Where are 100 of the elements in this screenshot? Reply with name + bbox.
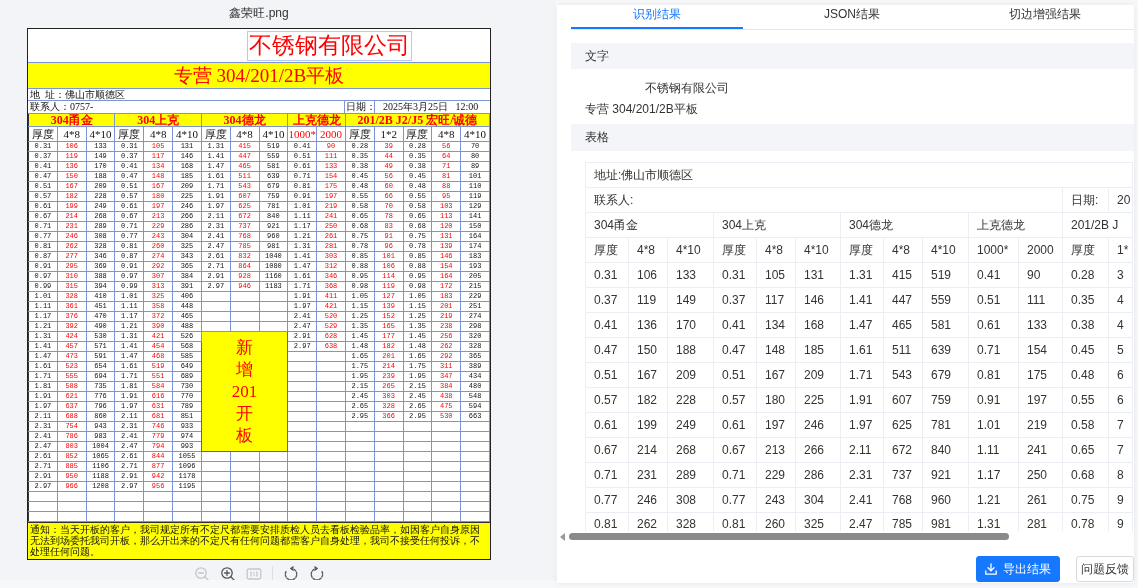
table-cell: 759	[922, 387, 969, 413]
table-cell: 266	[795, 437, 841, 463]
table-cell: 0.68	[1062, 462, 1109, 488]
table-cell: 0.47	[585, 337, 629, 363]
table-cell: 131	[795, 262, 841, 288]
table-cell: 209	[667, 362, 714, 388]
tab[interactable]: 识别结果	[571, 5, 743, 29]
table-cell: 地址:佛山市顺德区	[585, 162, 1133, 188]
table-cell: 0.48	[1062, 362, 1109, 388]
table-cell: 246	[628, 487, 668, 513]
action-button[interactable]: 问题反馈	[1076, 556, 1134, 582]
table-cell: 0.61	[968, 312, 1019, 338]
column-header: 4*8	[230, 126, 259, 142]
table-cell: 199	[628, 412, 668, 438]
tab[interactable]: 切边增强结果	[961, 5, 1128, 29]
group-header: 304德龙	[201, 113, 288, 127]
column-header: 厚度	[840, 237, 884, 263]
scroll-left-icon[interactable]	[560, 532, 565, 541]
table-cell: 0.57	[585, 387, 629, 413]
table-cell: 0.55	[1062, 387, 1109, 413]
table-cell: 133	[1018, 312, 1063, 338]
table-cell: 6	[1108, 362, 1133, 388]
table-cell: 679	[922, 362, 969, 388]
table-cell: 148	[756, 337, 796, 363]
table-cell: 0.47	[713, 337, 757, 363]
table-cell: 960	[922, 487, 969, 513]
table-cell: 167	[756, 362, 796, 388]
section-header: 文字	[571, 43, 1134, 69]
table-cell: 5	[1108, 337, 1133, 363]
table-cell: 180	[756, 387, 796, 413]
table-cell: 289	[667, 462, 714, 488]
table-cell: 213	[756, 437, 796, 463]
table-cell: 447	[883, 287, 923, 313]
notice-banner: 通知：当天开板的客户，我司规定所有不定尺都需要安排质检人员去看板检验品率，如因客户自身原因无法到场委托我司开板，那么开出来的不定尺有任何问题都需客户自身处理，我司不接受任何投诉，不处理任何问题。	[28, 522, 490, 559]
column-header: 厚度	[713, 237, 757, 263]
table-cell: 1.91	[840, 387, 884, 413]
table-cell: 261	[1018, 487, 1063, 513]
table-cell: 90	[1018, 262, 1063, 288]
table-cell: 737	[883, 462, 923, 488]
table-cell: 146	[795, 287, 841, 313]
column-header: 4*8	[143, 126, 173, 142]
table-cell: 0.61	[585, 412, 629, 438]
column-header: 4*10	[922, 237, 969, 263]
table-cell: 625	[883, 412, 923, 438]
table-cell: 0.77	[713, 487, 757, 513]
table-cell: 117	[756, 287, 796, 313]
contact-text: 联系人：0757-	[29, 101, 95, 113]
table-cell: 519	[922, 262, 969, 288]
table-cell: 136	[628, 312, 668, 338]
rotate-left-icon[interactable]	[282, 566, 299, 580]
table-cell: 268	[667, 437, 714, 463]
table-cell: 0.28	[1062, 262, 1109, 288]
table-cell: 105	[756, 262, 796, 288]
rotate-right-icon[interactable]	[308, 566, 325, 580]
table-cell: 543	[883, 362, 923, 388]
table-cell: 167	[628, 362, 668, 388]
column-header: 1*	[1108, 237, 1133, 263]
table-cell: 1.47	[840, 312, 884, 338]
table-cell: 225	[795, 387, 841, 413]
table-cell: 201/2B J	[1062, 212, 1133, 238]
table-cell: 0.51	[585, 362, 629, 388]
table-cell: 0.41	[968, 262, 1019, 288]
column-header: 4*10	[460, 126, 490, 142]
table-cell: 249	[667, 412, 714, 438]
column-header: 4*8	[431, 126, 461, 142]
table-cell: 133	[667, 262, 714, 288]
table-cell: 250	[1018, 462, 1063, 488]
column-header: 厚度	[114, 126, 144, 142]
table-cell: 8	[1108, 462, 1133, 488]
table-cell: 4	[1108, 312, 1133, 338]
table-cell: 2.41	[840, 487, 884, 513]
column-header: 4*8	[57, 126, 87, 142]
column-header: 1000*	[287, 126, 317, 142]
table-cell: 0.67	[585, 437, 629, 463]
table-cell: 0.91	[968, 387, 1019, 413]
column-header: 厚度	[1062, 237, 1109, 263]
download-icon	[985, 563, 997, 575]
tab[interactable]: JSON结果	[743, 5, 961, 29]
column-header: 厚度	[585, 237, 629, 263]
column-header: 4*8	[756, 237, 796, 263]
table-cell: 1.71	[840, 362, 884, 388]
table-cell: 1.31	[840, 262, 884, 288]
table-cell: 672	[883, 437, 923, 463]
section-header: 表格	[571, 124, 1134, 151]
table-cell: 2.11	[840, 437, 884, 463]
recognized-text-line: 专营 304/201/2B平板	[584, 101, 699, 118]
table-cell: 1.01	[968, 412, 1019, 438]
table-cell: 联系人:	[585, 187, 1063, 213]
table-cell: 0.57	[713, 387, 757, 413]
table-cell: 1.11	[968, 437, 1019, 463]
table-cell: 304德龙	[840, 212, 969, 238]
zoom-in-icon[interactable]	[219, 566, 236, 580]
column-header: 4*10	[795, 237, 841, 263]
table-cell: 4	[1108, 287, 1133, 313]
table-cell: 219	[1018, 412, 1063, 438]
scrollbar-thumb[interactable]	[569, 533, 1009, 540]
action-button[interactable]: 导出结果	[976, 556, 1060, 582]
table-cell: 0.58	[1062, 412, 1109, 438]
table-cell: 182	[628, 387, 668, 413]
table-cell: 228	[667, 387, 714, 413]
